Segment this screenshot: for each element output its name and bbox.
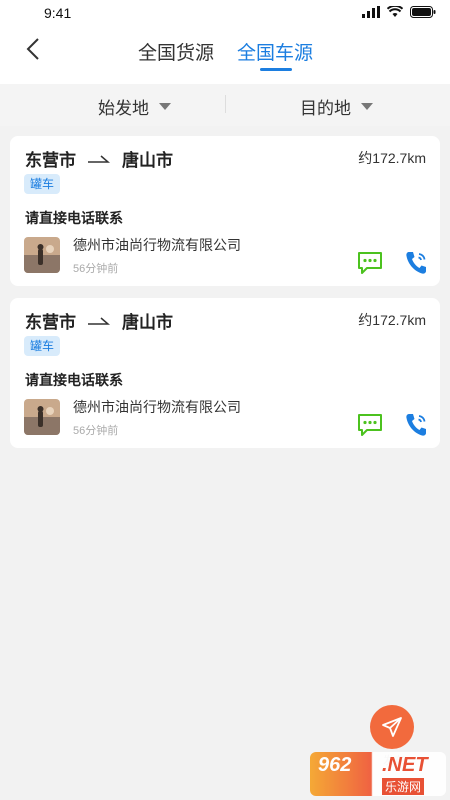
destination-city: 唐山市 xyxy=(122,151,173,170)
contact-note: 请直接电话联系 xyxy=(25,372,123,388)
company-name: 德州市油尚行物流有限公司 xyxy=(73,399,241,415)
origin-filter-label: 始发地 xyxy=(98,99,149,118)
phone-icon xyxy=(406,414,426,436)
destination-filter-label: 目的地 xyxy=(300,99,351,118)
back-button[interactable] xyxy=(18,34,48,64)
status-bar: 9:41 xyxy=(0,0,450,28)
route-arrow-icon xyxy=(88,154,110,163)
company-name: 德州市油尚行物流有限公司 xyxy=(73,237,241,253)
publish-button[interactable] xyxy=(370,705,414,749)
tab-vehicle-source[interactable]: 全国车源 xyxy=(237,38,313,65)
distance: 约172.7km xyxy=(358,150,426,166)
active-tab-indicator xyxy=(260,68,292,71)
chat-bubble-icon xyxy=(358,414,382,436)
signal-icon xyxy=(362,6,380,18)
avatar xyxy=(24,399,60,435)
caret-down-icon xyxy=(361,103,373,110)
chat-bubble-icon xyxy=(358,252,382,274)
vehicle-type-badge: 罐车 xyxy=(24,174,61,194)
distance: 约172.7km xyxy=(358,312,426,328)
route: 东营市 唐山市 xyxy=(25,308,173,333)
phone-icon xyxy=(406,252,426,274)
watermark-sub: 乐游网 xyxy=(382,778,425,795)
watermark-brand: 962 xyxy=(318,754,352,776)
filter-bar: 始发地 目的地 xyxy=(0,84,450,126)
route-arrow-icon xyxy=(88,316,110,325)
status-time: 9:41 xyxy=(44,5,72,21)
tab-cargo-source[interactable]: 全国货源 xyxy=(138,38,214,65)
message-button[interactable] xyxy=(357,251,383,275)
call-button[interactable] xyxy=(404,412,428,438)
filter-divider xyxy=(225,95,226,113)
nav-bar: 全国货源 全国车源 xyxy=(0,28,450,84)
status-icons xyxy=(362,6,436,18)
origin-city: 东营市 xyxy=(25,151,76,170)
message-button[interactable] xyxy=(357,413,383,437)
destination-city: 唐山市 xyxy=(122,313,173,332)
origin-filter[interactable]: 始发地 xyxy=(98,94,171,119)
avatar xyxy=(24,237,60,273)
watermark-net: .NET xyxy=(382,754,428,776)
destination-filter[interactable]: 目的地 xyxy=(300,94,373,119)
route: 东营市 唐山市 xyxy=(25,146,173,171)
caret-down-icon xyxy=(159,103,171,110)
time-ago: 56分钟前 xyxy=(73,263,119,275)
listing-card[interactable]: 东营市 唐山市 约172.7km 罐车 请直接电话联系 德州市油尚行物流有限公司… xyxy=(10,136,440,286)
time-ago: 56分钟前 xyxy=(73,425,119,437)
watermark-logo: 962 .NET 乐游网 xyxy=(310,752,446,796)
origin-city: 东营市 xyxy=(25,313,76,332)
listing-card[interactable]: 东营市 唐山市 约172.7km 罐车 请直接电话联系 德州市油尚行物流有限公司… xyxy=(10,298,440,448)
call-button[interactable] xyxy=(404,250,428,276)
vehicle-type-badge: 罐车 xyxy=(24,336,61,356)
contact-note: 请直接电话联系 xyxy=(25,210,123,226)
battery-icon xyxy=(410,6,436,18)
send-icon xyxy=(382,717,402,737)
wifi-icon xyxy=(387,6,403,17)
chevron-left-icon xyxy=(26,38,39,60)
